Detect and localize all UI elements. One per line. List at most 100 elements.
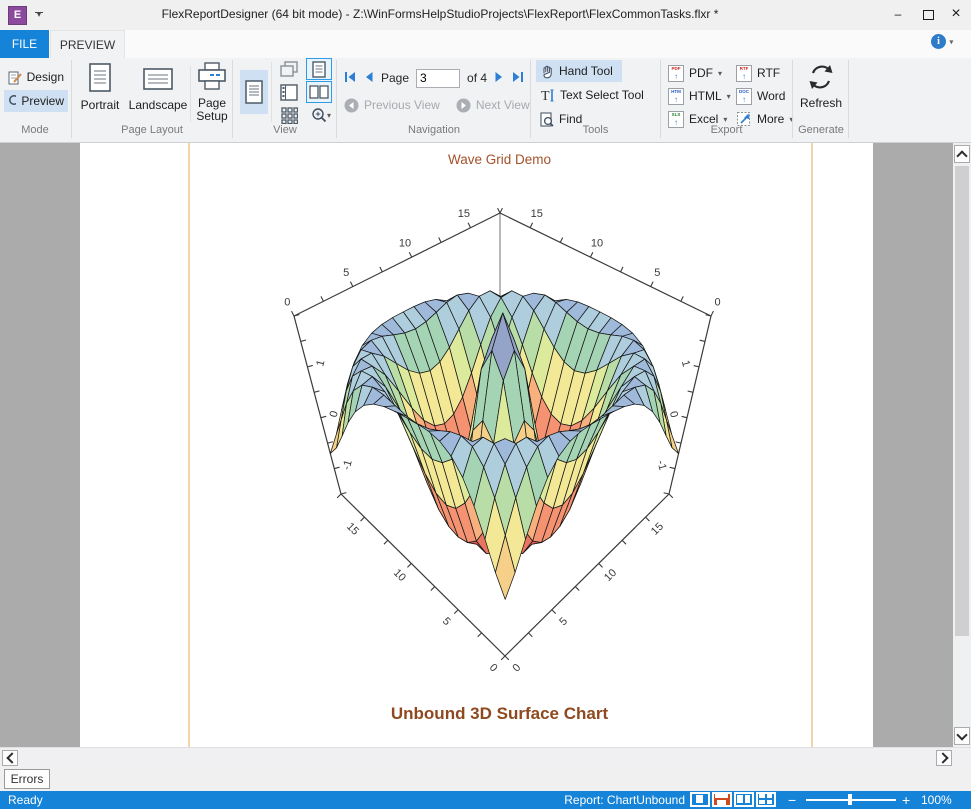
page-label: Page [381, 71, 409, 85]
close-button[interactable]: × [941, 0, 971, 28]
scroll-down-button[interactable] [954, 727, 970, 745]
group-label-export: Export [662, 124, 791, 138]
vertical-scrollbar-thumb[interactable] [955, 166, 969, 636]
overlapping-pages-icon [280, 61, 298, 77]
rtf-file-icon: RTF↑ [736, 65, 752, 82]
preview-icon [8, 94, 16, 109]
svg-text:10: 10 [399, 238, 411, 250]
whole-page-view-button[interactable] [240, 70, 268, 114]
zoom-percentage: 100% [921, 793, 952, 807]
word-file-icon: DOC↑ [736, 88, 752, 105]
chevron-down-icon: ▾ [718, 69, 722, 78]
group-label-tools: Tools [532, 124, 659, 138]
previous-page-button[interactable] [364, 71, 374, 86]
refresh-button[interactable]: Refresh [796, 62, 846, 110]
group-label-generate: Generate [794, 124, 848, 138]
continuous-layout-icon[interactable] [712, 792, 732, 807]
preview-canvas: Wave Grid Demo Unbound 3D Surface Chart … [0, 143, 971, 747]
chevron-down-icon: ▾ [723, 115, 727, 124]
first-page-button[interactable] [344, 71, 357, 86]
svg-text:10: 10 [391, 567, 408, 584]
group-label-view: View [234, 124, 336, 138]
svg-text:15: 15 [344, 521, 361, 538]
page-setup-button[interactable]: Page Setup [193, 62, 231, 123]
maximize-button[interactable] [913, 0, 943, 28]
text-select-label: Text Select Tool [560, 88, 644, 102]
two-page-view-button[interactable] [306, 81, 332, 103]
design-mode-button[interactable]: Design [4, 66, 68, 88]
landscape-icon [142, 62, 174, 94]
errors-tab[interactable]: Errors [4, 769, 50, 789]
grid-pages-icon [281, 107, 298, 124]
scroll-up-button[interactable] [954, 145, 970, 163]
one-page-view-button[interactable] [306, 58, 332, 80]
svg-text:0: 0 [510, 662, 523, 675]
hand-tool-button[interactable]: Hand Tool [536, 60, 622, 82]
svg-text:1: 1 [679, 359, 692, 368]
preview-mode-button[interactable]: Preview [4, 90, 68, 112]
four-page-layout-icon[interactable] [756, 792, 776, 807]
portrait-label: Portrait [74, 99, 126, 112]
tab-preview[interactable]: PREVIEW [50, 30, 125, 58]
minimize-button[interactable]: – [883, 0, 913, 28]
thumbnails-view-button[interactable] [276, 104, 302, 126]
hand-tool-label: Hand Tool [559, 64, 613, 78]
export-rtf-button[interactable]: RTF↑ RTF [732, 62, 784, 84]
status-report-name: Report: ChartUnbound [563, 793, 685, 807]
text-select-icon: T [540, 88, 555, 102]
svg-text:5: 5 [343, 267, 349, 279]
previous-view-icon [344, 98, 359, 113]
titlebar: E ▾ FlexReportDesigner (64 bit mode) - Z… [0, 0, 971, 30]
landscape-button[interactable]: Landscape [128, 62, 188, 112]
scroll-right-button[interactable] [936, 750, 952, 766]
export-html-button[interactable]: HTM↑ HTML▾ [664, 85, 735, 107]
info-button[interactable]: i ▾ [931, 34, 961, 54]
chevron-left-icon [6, 752, 17, 763]
refresh-label: Refresh [796, 97, 846, 110]
export-pdf-button[interactable]: PDF↑ PDF▾ [664, 62, 726, 84]
overlapping-pages-button[interactable] [276, 58, 302, 80]
text-select-tool-button[interactable]: T Text Select Tool [536, 84, 658, 106]
errors-panel-bar: Errors [0, 767, 971, 791]
continuous-view-button[interactable] [276, 81, 302, 103]
two-pages-icon [309, 85, 329, 99]
html-file-icon: HTM↑ [668, 88, 684, 105]
refresh-icon [806, 62, 836, 92]
status-ready: Ready [8, 793, 43, 807]
statusbar: Ready Report: ChartUnbound − + 100% [0, 791, 971, 809]
svg-text:5: 5 [440, 615, 453, 628]
single-page-icon [312, 61, 326, 78]
page-count-label: of 4 [467, 71, 487, 85]
svg-text:15: 15 [531, 208, 543, 220]
scroll-left-button[interactable] [2, 750, 18, 766]
single-page-layout-icon[interactable] [690, 792, 710, 807]
zoom-slider-thumb[interactable] [848, 794, 852, 805]
svg-text:1: 1 [314, 359, 327, 368]
zoom-icon [311, 107, 327, 123]
svg-text:-1: -1 [341, 459, 355, 472]
portrait-button[interactable]: Portrait [74, 62, 126, 112]
page-icon [245, 80, 263, 104]
svg-text:10: 10 [591, 238, 603, 250]
two-page-layout-icon[interactable] [734, 792, 754, 807]
export-word-button[interactable]: DOC↑ Word [732, 85, 789, 107]
zoom-dropdown-button[interactable]: ▾ [306, 104, 336, 126]
page-with-sidebar-icon [280, 84, 298, 101]
ribbon-tab-row: FILE PREVIEW i ▾ [0, 30, 971, 58]
surface-chart: 051015051015051015051015-101-101 [0, 143, 971, 747]
svg-text:5: 5 [557, 615, 570, 628]
svg-text:0: 0 [328, 410, 341, 419]
zoom-out-button[interactable]: − [788, 792, 796, 808]
page-number-input[interactable] [416, 69, 460, 88]
tab-file[interactable]: FILE [0, 30, 49, 58]
zoom-in-button[interactable]: + [902, 792, 910, 808]
previous-view-button[interactable]: Previous View [364, 98, 440, 112]
next-page-button[interactable] [494, 71, 504, 86]
next-view-button[interactable]: Next View [476, 98, 530, 112]
pdf-label: PDF [689, 66, 713, 80]
group-label-navigation: Navigation [338, 124, 530, 138]
last-page-button[interactable] [511, 71, 524, 86]
svg-text:0: 0 [487, 662, 500, 675]
vertical-scrollbar[interactable] [953, 143, 971, 747]
horizontal-scrollbar[interactable] [0, 747, 971, 767]
